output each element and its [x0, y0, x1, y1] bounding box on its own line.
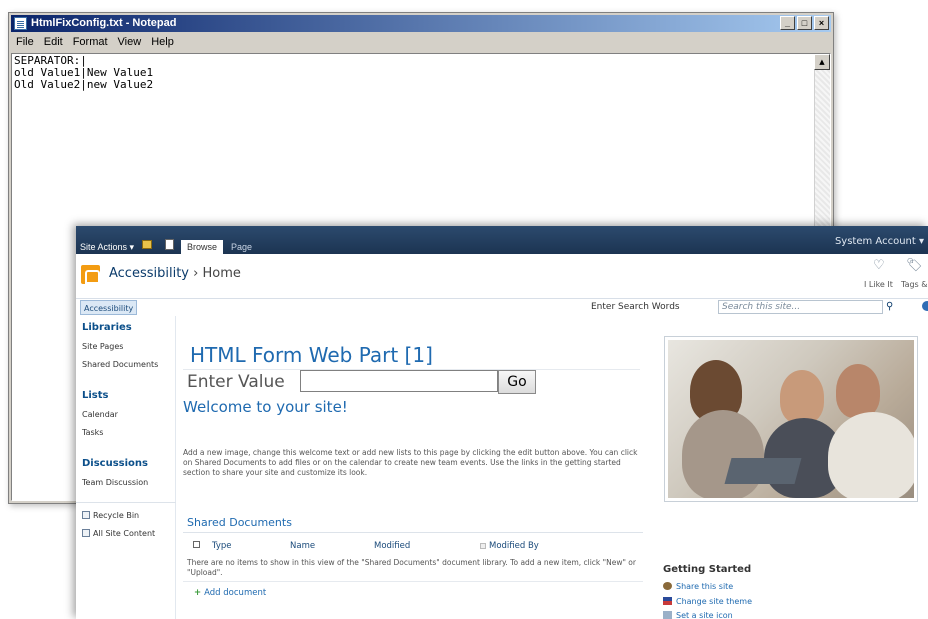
notepad-icon: [14, 17, 27, 30]
theme-icon: [663, 597, 672, 605]
breadcrumb-home: Home: [202, 266, 241, 281]
tags-label[interactable]: Tags &: [901, 280, 928, 289]
webpart-title: HTML Form Web Part [1]: [190, 343, 433, 367]
help-icon[interactable]: [922, 301, 928, 311]
list-divider: [183, 581, 643, 582]
set-icon-link[interactable]: Set a site icon: [663, 611, 733, 619]
menu-format[interactable]: Format: [68, 33, 113, 51]
nav-heading-discussions[interactable]: Discussions: [82, 458, 148, 469]
notepad-menu-bar: File Edit Format View Help: [11, 33, 831, 51]
getting-started-title: Getting Started: [663, 564, 752, 575]
photo-figure-man2: [836, 364, 880, 418]
top-nav-bar: Accessibility Enter Search Words Search …: [76, 298, 928, 316]
nav-item-calendar[interactable]: Calendar: [82, 410, 118, 419]
select-all-checkbox[interactable]: [193, 541, 200, 548]
recycle-bin-icon: [82, 511, 90, 519]
column-modified[interactable]: Modified: [374, 541, 410, 551]
folder-icon[interactable]: [142, 240, 152, 249]
photo-laptop: [724, 458, 802, 484]
scroll-up-icon[interactable]: ▲: [814, 54, 830, 70]
window-controls: _ □ ×: [780, 16, 829, 30]
share-site-label: Share this site: [676, 582, 734, 591]
nav-item-tasks[interactable]: Tasks: [82, 428, 103, 437]
search-icon[interactable]: ⚲: [886, 301, 893, 312]
like-icon[interactable]: ♡: [873, 258, 885, 273]
add-icon: +: [194, 588, 202, 598]
change-theme-label: Change site theme: [676, 597, 753, 606]
search-label: Enter Search Words: [591, 302, 680, 312]
photo-figure-man2-body: [828, 412, 914, 498]
sharepoint-window: Site Actions ▾ Browse Page System Accoun…: [76, 226, 928, 619]
add-document-label: Add document: [204, 588, 267, 598]
nav-item-team-discussion[interactable]: Team Discussion: [82, 478, 148, 487]
add-document-link[interactable]: + Add document: [194, 588, 266, 598]
notepad-title: HtmlFixConfig.txt - Notepad: [31, 17, 177, 29]
account-menu[interactable]: System Account ▾: [835, 236, 924, 247]
like-label[interactable]: I Like It: [864, 280, 893, 289]
notepad-content[interactable]: SEPARATOR:| old Value1|New Value1 Old Va…: [14, 55, 153, 91]
nav-item-site-pages[interactable]: Site Pages: [82, 342, 123, 351]
column-modified-by[interactable]: Modified By: [480, 541, 539, 551]
nav-item-recycle-bin[interactable]: Recycle Bin: [82, 511, 139, 520]
site-content-icon: [82, 529, 90, 537]
site-actions-menu[interactable]: Site Actions ▾: [80, 242, 134, 253]
edit-page-icon[interactable]: [165, 239, 174, 250]
all-site-content-label: All Site Content: [93, 529, 156, 538]
nav-heading-libraries[interactable]: Libraries: [82, 322, 132, 333]
menu-file[interactable]: File: [11, 33, 39, 51]
set-icon-label: Set a site icon: [676, 611, 733, 619]
welcome-heading: Welcome to your site!: [183, 398, 348, 416]
column-type[interactable]: Type: [212, 541, 232, 551]
column-name[interactable]: Name: [290, 541, 315, 551]
nav-heading-lists[interactable]: Lists: [82, 390, 108, 401]
photo-figure-man1: [780, 370, 824, 424]
shared-documents-title[interactable]: Shared Documents: [187, 516, 292, 529]
search-input[interactable]: Search this site...: [718, 300, 883, 314]
enter-value-label: Enter Value: [187, 372, 285, 392]
share-icon: [663, 582, 672, 590]
tab-page[interactable]: Page: [225, 240, 258, 254]
site-icon-icon: [663, 611, 672, 619]
quick-launch: Libraries Site Pages Shared Documents Li…: [76, 316, 176, 619]
change-theme-link[interactable]: Change site theme: [663, 597, 752, 606]
nav-divider: [76, 502, 176, 503]
column-modified-by-label: Modified By: [489, 541, 539, 551]
go-button[interactable]: Go: [498, 370, 536, 394]
minimize-icon[interactable]: _: [780, 16, 795, 30]
enter-value-input[interactable]: [300, 370, 498, 392]
site-name-link[interactable]: Accessibility: [109, 266, 189, 281]
close-icon[interactable]: ×: [814, 16, 829, 30]
share-site-link[interactable]: Share this site: [663, 582, 733, 591]
page-title: Accessibility › Home: [109, 266, 241, 281]
nav-item-shared-documents[interactable]: Shared Documents: [82, 360, 158, 369]
welcome-body-text: Add a new image, change this welcome tex…: [183, 448, 638, 477]
shared-documents-divider: [183, 532, 643, 533]
notepad-title-bar[interactable]: HtmlFixConfig.txt - Notepad _ □ ×: [11, 15, 831, 32]
menu-view[interactable]: View: [113, 33, 147, 51]
photo-figure-woman-body: [682, 410, 764, 498]
team-photo: [668, 340, 914, 498]
maximize-icon[interactable]: □: [797, 16, 812, 30]
nav-item-all-site-content[interactable]: All Site Content: [82, 529, 155, 538]
menu-help[interactable]: Help: [146, 33, 179, 51]
nav-tab-accessibility[interactable]: Accessibility: [80, 300, 138, 315]
ribbon-bar: Site Actions ▾ Browse Page System Accoun…: [76, 226, 928, 254]
column-filter-icon: [480, 543, 486, 549]
site-image: [664, 336, 918, 502]
empty-library-message: There are no items to show in this view …: [187, 558, 636, 577]
menu-edit[interactable]: Edit: [39, 33, 68, 51]
recycle-bin-label: Recycle Bin: [93, 511, 140, 520]
tags-icon[interactable]: 🏷: [906, 258, 923, 273]
site-logo-icon: [81, 265, 100, 284]
tab-browse[interactable]: Browse: [181, 240, 224, 254]
